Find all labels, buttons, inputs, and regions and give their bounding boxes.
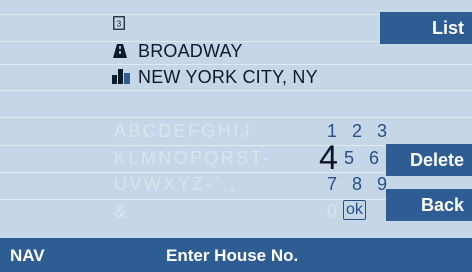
digit-row-2[interactable]: 5 6 — [344, 148, 384, 169]
digit-row-3[interactable]: 7 8 9 — [327, 174, 392, 195]
city-name: NEW YORK CITY, NY — [138, 67, 318, 87]
prompt-label: Enter House No. — [166, 246, 299, 265]
city-skyline-icon — [112, 69, 130, 89]
street-name: BROADWAY — [138, 41, 243, 61]
speller-row-2-letters[interactable]: KLMNOPQRST- — [114, 148, 271, 169]
mode-label: NAV — [10, 246, 45, 265]
list-button[interactable]: List — [380, 12, 472, 44]
ok-button[interactable]: ok — [343, 200, 366, 220]
divider-line — [0, 90, 472, 91]
divider-line — [0, 117, 472, 118]
nav-screen: 3 BROADWAY NEW YORK CITY, NY ABCDEFGHIJ … — [0, 0, 472, 272]
speller-row-3-letters[interactable]: UVWXYZ-`., — [114, 174, 237, 195]
speller-row-1-letters[interactable]: ABCDEFGHIJ — [114, 121, 252, 142]
road-icon — [113, 44, 127, 63]
speller-row-4-letters[interactable]: & — [114, 201, 128, 222]
status-bar: NAV Enter House No. — [0, 238, 472, 272]
divider-line — [0, 64, 472, 65]
delete-button[interactable]: Delete — [386, 144, 472, 176]
house-icon-glyph: 3 — [117, 20, 122, 29]
doc-square-icon: 3 — [113, 16, 125, 35]
selected-digit[interactable]: 4 — [319, 141, 338, 175]
digit-zero[interactable]: 0 — [327, 201, 339, 222]
back-button[interactable]: Back — [386, 189, 472, 221]
